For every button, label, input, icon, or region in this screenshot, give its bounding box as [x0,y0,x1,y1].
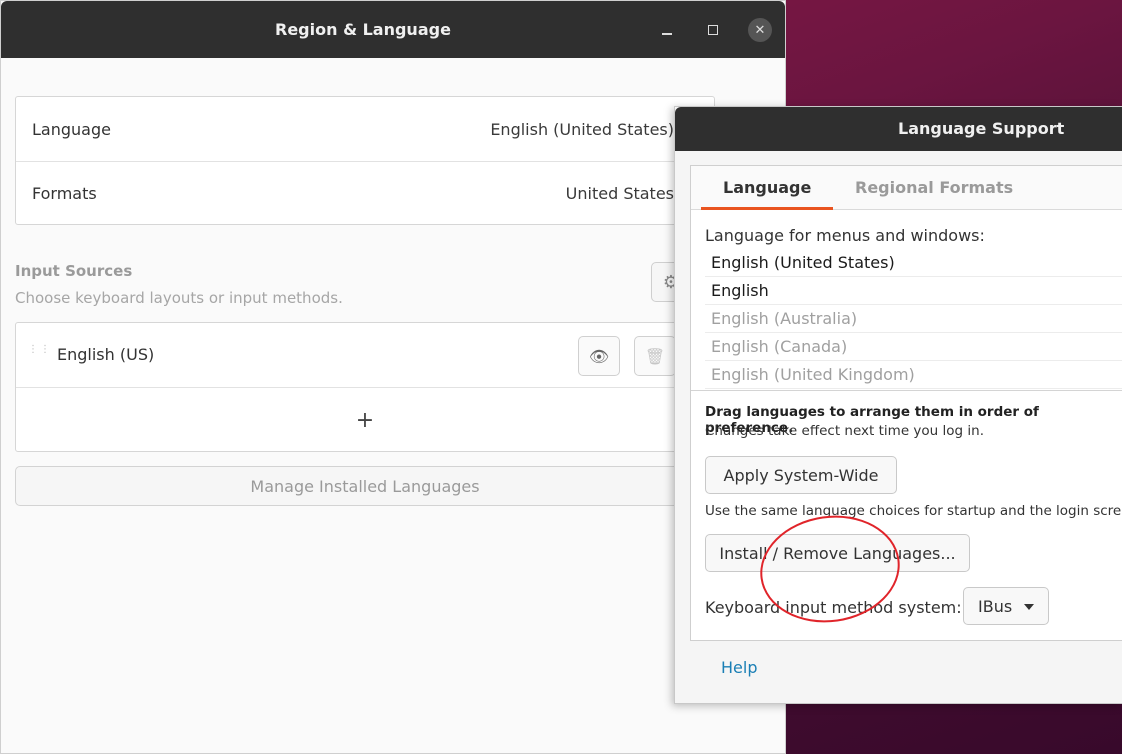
help-link[interactable]: Help [721,658,757,677]
list-divider [691,390,1122,391]
changes-note: Changes take effect next time you log in… [705,423,984,439]
region-language-titlebar[interactable]: Region & Language ✕ [1,1,785,58]
input-source-label: English (US) [57,345,155,364]
eye-icon: 👁 [588,346,610,366]
window-title: Region & Language [275,20,451,39]
keyboard-input-method-label: Keyboard input method system: [705,598,962,617]
manage-installed-languages-button[interactable]: Manage Installed Languages [15,466,715,506]
maximize-icon [708,25,718,35]
formats-row-label: Formats [32,184,97,203]
language-support-notebook: Language Regional Formats Language for m… [690,165,1122,641]
language-list: English (United States) English English … [705,249,1122,389]
language-list-item[interactable]: English [705,277,1122,305]
language-list-item[interactable]: English (United Kingdom) [705,361,1122,389]
language-row[interactable]: Language English (United States) [16,97,714,161]
close-button[interactable]: ✕ [748,18,772,42]
plus-icon: + [355,408,375,433]
drag-handle-icon[interactable]: ⋮⋮ [28,345,50,363]
preview-layout-button[interactable]: 👁 [578,336,620,376]
language-formats-card: Language English (United States) Formats… [15,96,715,225]
chevron-down-icon [1024,604,1034,610]
formats-row[interactable]: Formats United States [16,161,714,225]
keyboard-input-method-select[interactable]: IBus [963,587,1049,625]
formats-row-value: United States [565,184,674,203]
input-source-row[interactable]: ⋮⋮ English (US) 👁 🗑 [16,323,714,387]
install-remove-languages-button[interactable]: Install / Remove Languages... [705,534,970,572]
input-sources-title: Input Sources [15,262,133,280]
region-language-window: Region & Language ✕ Language English (Un… [0,0,786,754]
input-sources-list: ⋮⋮ English (US) 👁 🗑 + [15,322,715,452]
close-icon: ✕ [754,22,766,38]
system-wide-note: Use the same language choices for startu… [705,503,1122,519]
minimize-icon [662,33,672,35]
language-support-titlebar[interactable]: Language Support [675,107,1122,151]
maximize-button[interactable] [701,18,725,42]
apply-system-wide-button[interactable]: Apply System-Wide [705,456,897,494]
language-row-value: English (United States) [490,119,674,139]
add-input-source-button[interactable]: + [16,387,714,453]
trash-icon: 🗑 [644,346,666,366]
language-support-title: Language Support [898,119,1065,138]
language-list-item[interactable]: English (Canada) [705,333,1122,361]
tab-regional-formats[interactable]: Regional Formats [833,166,1035,210]
language-list-item[interactable]: English (Australia) [705,305,1122,333]
keyboard-input-method-value: IBus [978,596,1013,616]
tab-bar: Language Regional Formats [691,166,1122,210]
input-sources-subtitle: Choose keyboard layouts or input methods… [15,289,343,307]
remove-input-source-button[interactable]: 🗑 [634,336,676,376]
menus-windows-label: Language for menus and windows: [705,226,985,245]
minimize-button[interactable] [655,18,679,42]
language-list-item[interactable]: English (United States) [705,249,1122,277]
tab-language[interactable]: Language [701,166,834,210]
language-row-label: Language [32,119,111,139]
language-support-window: Language Support Language Regional Forma… [674,106,1122,704]
